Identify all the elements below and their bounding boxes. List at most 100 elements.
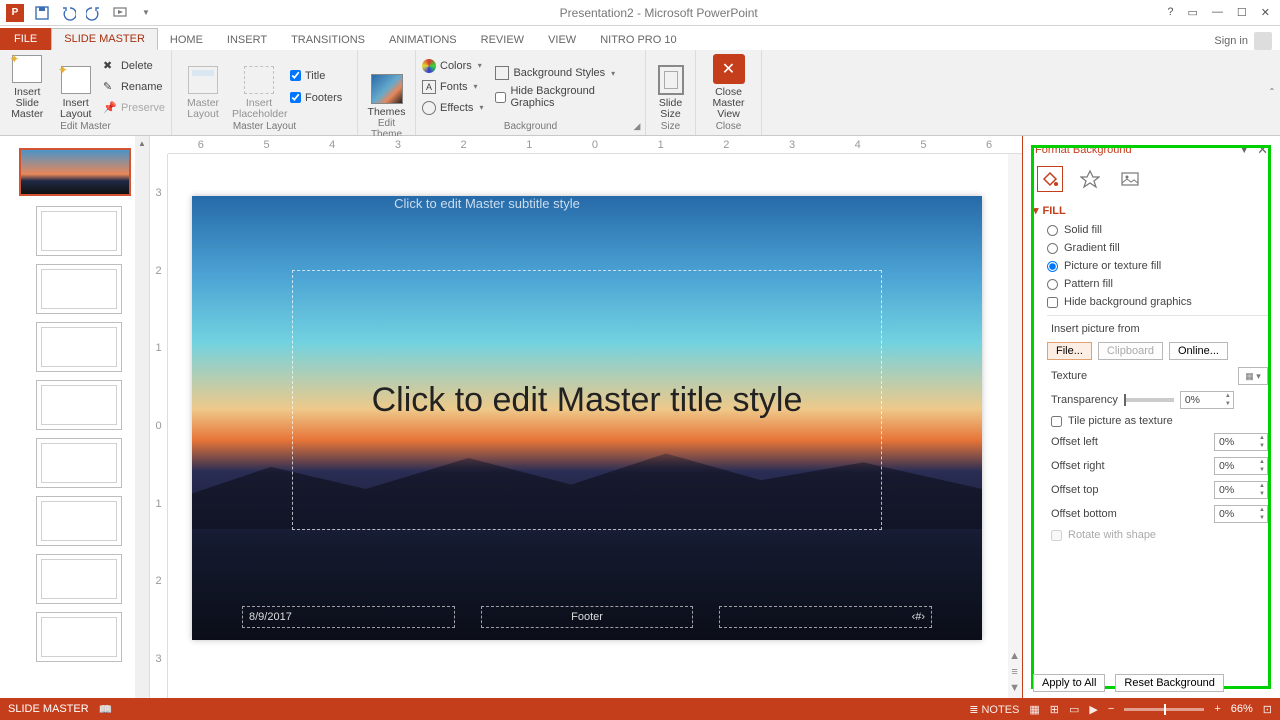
layout-thumbnail-2[interactable] [36,264,122,314]
zoom-in-icon[interactable]: + [1214,703,1220,715]
tab-view[interactable]: VIEW [536,30,588,50]
gradient-fill-radio[interactable]: Gradient fill [1033,239,1270,257]
themes-button[interactable]: Themes [364,52,409,118]
background-styles-button[interactable]: Background Styles▾ [495,64,639,82]
start-slideshow-icon[interactable] [112,5,128,21]
apply-to-all-button[interactable]: Apply to All [1033,674,1105,692]
hide-bg-checkbox[interactable]: Hide background graphics [1033,293,1270,311]
fonts-button[interactable]: AFonts▾ [422,78,483,96]
tab-transitions[interactable]: TRANSITIONS [279,30,377,50]
slide[interactable]: Click to edit Master title style Click t… [192,196,982,640]
tab-animations[interactable]: ANIMATIONS [377,30,469,50]
transparency-slider[interactable] [1124,398,1174,402]
close-window-icon[interactable]: ✕ [1261,6,1270,19]
effects-label: Effects [440,102,473,114]
thumbnail-panel[interactable]: ▲ [0,136,150,698]
title-placeholder[interactable]: Click to edit Master title style [292,270,882,530]
slideshow-view-icon[interactable]: ▶ [1089,703,1097,716]
close-master-view-button[interactable]: ✕ Close Master View [702,54,755,120]
fit-to-window-icon[interactable]: ⊡ [1263,703,1272,716]
layout-thumbnail-7[interactable] [36,554,122,604]
undo-icon[interactable] [60,5,76,21]
online-button[interactable]: Online... [1169,342,1228,360]
colors-button[interactable]: Colors▾ [422,57,483,75]
save-icon[interactable] [34,5,50,21]
notes-button[interactable]: ≣ NOTES [969,703,1019,716]
layout-thumbnail-4[interactable] [36,380,122,430]
layout-thumbnail-3[interactable] [36,322,122,372]
file-button[interactable]: File... [1047,342,1092,360]
footer-placeholder[interactable]: Footer [481,606,694,628]
insert-slide-master-button[interactable]: Insert Slide Master [6,54,48,120]
tab-file[interactable]: FILE [0,28,51,50]
fill-tab-icon[interactable] [1037,166,1063,192]
zoom-level[interactable]: 66% [1231,703,1253,715]
horizontal-ruler: 6543210123456 [168,136,1022,154]
effects-tab-icon[interactable] [1077,166,1103,192]
offset-left-label: Offset left [1051,436,1208,448]
rename-button[interactable]: ✎Rename [103,78,165,96]
layout-thumbnail-8[interactable] [36,612,122,662]
spellcheck-icon[interactable]: 📖 [99,703,113,716]
transparency-spinner[interactable]: 0% [1180,391,1234,409]
panel-title: Format Background ▼ ✕ [1033,136,1270,166]
qat-customize-dropdown-icon[interactable]: ▼ [138,5,154,21]
picture-tab-icon[interactable] [1117,166,1143,192]
insert-layout-button[interactable]: Insert Layout [54,54,96,120]
tab-insert[interactable]: INSERT [215,30,279,50]
tab-review[interactable]: REVIEW [469,30,536,50]
footers-checkbox[interactable]: Footers [290,92,342,104]
reading-view-icon[interactable]: ▭ [1069,703,1079,716]
layout-thumbnail-5[interactable] [36,438,122,488]
normal-view-icon[interactable]: ▦ [1029,703,1039,716]
group-close: ✕ Close Master View Close [696,50,762,135]
fill-section-header[interactable]: ▾FILL [1033,200,1270,221]
prev-slide-icon[interactable]: ▲ [1009,650,1020,662]
delete-button[interactable]: ✖Delete [103,57,165,75]
slide-size-button[interactable]: Slide Size [652,54,689,120]
thumbnail-scrollbar[interactable]: ▲ [135,136,149,698]
reset-background-button[interactable]: Reset Background [1115,674,1224,692]
hide-bg-graphics-checkbox[interactable]: Hide Background Graphics [495,85,639,109]
subtitle-placeholder[interactable]: Click to edit Master subtitle style [192,196,782,226]
effects-button[interactable]: Effects▾ [422,99,483,117]
redo-icon[interactable] [86,5,102,21]
picture-fill-radio[interactable]: Picture or texture fill [1033,257,1270,275]
canvas-scrollbar[interactable] [1008,154,1022,698]
zoom-slider[interactable] [1124,708,1204,711]
pattern-fill-radio[interactable]: Pattern fill [1033,275,1270,293]
offset-right-spinner[interactable]: 0% [1214,457,1268,475]
tab-nitro-pro[interactable]: NITRO PRO 10 [588,30,688,50]
date-placeholder[interactable]: 8/9/2017 [242,606,455,628]
insert-placeholder-button[interactable]: Insert Placeholder [234,54,284,120]
offset-bottom-spinner[interactable]: 0% [1214,505,1268,523]
tab-home[interactable]: HOME [158,30,215,50]
slide-number-placeholder[interactable]: ‹#› [719,606,932,628]
layout-thumbnail-6[interactable] [36,496,122,546]
solid-fill-radio[interactable]: Solid fill [1033,221,1270,239]
master-layout-icon [188,66,218,94]
panel-options-dropdown-icon[interactable]: ▼ [1239,145,1249,156]
tab-slide-master[interactable]: SLIDE MASTER [51,28,158,50]
master-slide-thumbnail[interactable] [19,148,131,196]
master-layout-button[interactable]: Master Layout [178,54,228,120]
help-icon[interactable]: ? [1167,6,1173,19]
background-dialog-launcher-icon[interactable]: ◢ [631,121,643,133]
maximize-icon[interactable]: ☐ [1237,6,1247,19]
sign-in[interactable]: Sign in [1214,32,1272,50]
next-slide-icon[interactable]: ▼ [1009,682,1020,694]
slide-sorter-view-icon[interactable]: ⊞ [1050,703,1059,716]
ribbon-display-options-icon[interactable]: ▭ [1188,6,1198,19]
layout-thumbnail-1[interactable] [36,206,122,256]
preserve-button[interactable]: 📌Preserve [103,99,165,117]
offset-top-spinner[interactable]: 0% [1214,481,1268,499]
tile-checkbox[interactable]: Tile picture as texture [1033,412,1270,430]
zoom-out-icon[interactable]: − [1108,703,1114,715]
panel-close-icon[interactable]: ✕ [1257,142,1268,158]
scroll-up-icon[interactable]: ▲ [135,136,149,150]
minimize-icon[interactable]: — [1212,6,1223,19]
offset-left-spinner[interactable]: 0% [1214,433,1268,451]
texture-dropdown[interactable]: ▦ ▾ [1238,367,1268,385]
title-checkbox[interactable]: Title [290,70,342,82]
collapse-ribbon-icon[interactable]: ˆ [1270,86,1274,100]
